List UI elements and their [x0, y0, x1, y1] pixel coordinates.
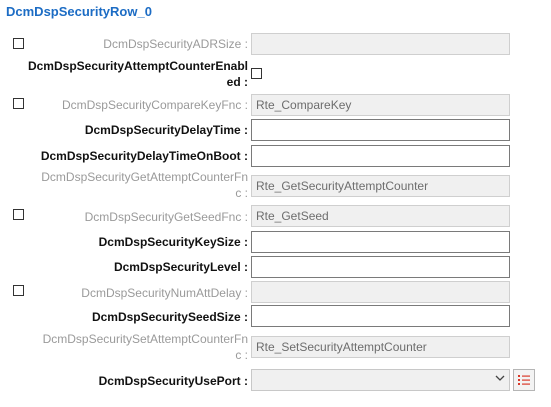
compare-key-fnc-input[interactable]: Rte_CompareKey [251, 94, 510, 116]
set-attempt-counter-fnc-input[interactable]: Rte_SetSecurityAttemptCounter [251, 336, 510, 358]
get-seed-fnc-checkbox[interactable] [13, 209, 24, 220]
set-attempt-counter-fnc-label-line1: DcmDspSecuritySetAttemptCounterFn [42, 332, 248, 346]
attempt-counter-enabled-label-line2: ed : [226, 75, 248, 89]
attempt-counter-enabled-label-line1: DcmDspSecurityAttemptCounterEnabl [27, 59, 248, 73]
use-port-list-button[interactable] [513, 369, 535, 391]
delay-time-label: DcmDspSecurityDelayTime : [84, 123, 248, 137]
adr-size-label: DcmDspSecurityADRSize : [103, 37, 248, 51]
get-attempt-counter-fnc-label-line1: DcmDspSecurityGetAttemptCounterFn [41, 170, 248, 184]
get-attempt-counter-fnc-input[interactable]: Rte_GetSecurityAttemptCounter [251, 175, 510, 197]
use-port-label: DcmDspSecurityUsePort : [98, 374, 248, 388]
key-size-label: DcmDspSecurityKeySize : [98, 235, 248, 249]
page-title: DcmDspSecurityRow_0 [6, 4, 152, 19]
compare-key-fnc-label: DcmDspSecurityCompareKeyFnc : [61, 98, 248, 112]
set-attempt-counter-fnc-label: DcmDspSecuritySetAttemptCounterFn c : [43, 331, 248, 363]
delay-time-on-boot-input[interactable] [251, 145, 510, 167]
num-att-delay-input[interactable] [251, 281, 510, 303]
get-attempt-counter-fnc-label-line2: c : [235, 186, 248, 200]
attempt-counter-enabled-label: DcmDspSecurityAttemptCounterEnabl ed : [28, 58, 248, 90]
attempt-counter-enabled-checkbox[interactable] [251, 68, 262, 79]
adr-size-checkbox[interactable] [13, 38, 24, 49]
adr-size-input[interactable] [251, 33, 510, 55]
get-seed-fnc-input[interactable]: Rte_GetSeed [251, 205, 510, 227]
compare-key-fnc-checkbox[interactable] [13, 98, 24, 109]
num-att-delay-label: DcmDspSecurityNumAttDelay : [81, 286, 248, 300]
num-att-delay-checkbox[interactable] [13, 285, 24, 296]
key-size-input[interactable] [251, 231, 510, 253]
delay-time-input[interactable] [251, 119, 510, 141]
list-icon [518, 375, 530, 385]
get-attempt-counter-fnc-label: DcmDspSecurityGetAttemptCounterFn c : [41, 169, 248, 201]
seed-size-label: DcmDspSecuritySeedSize : [91, 310, 248, 324]
chevron-down-icon[interactable] [495, 373, 505, 386]
delay-time-on-boot-label: DcmDspSecurityDelayTimeOnBoot : [40, 149, 248, 163]
level-input[interactable] [251, 256, 510, 278]
use-port-dropdown[interactable] [251, 369, 510, 391]
seed-size-input[interactable] [251, 305, 510, 327]
level-label: DcmDspSecurityLevel : [113, 260, 248, 274]
set-attempt-counter-fnc-label-line2: c : [235, 348, 248, 362]
get-seed-fnc-label: DcmDspSecurityGetSeedFnc : [84, 210, 248, 224]
